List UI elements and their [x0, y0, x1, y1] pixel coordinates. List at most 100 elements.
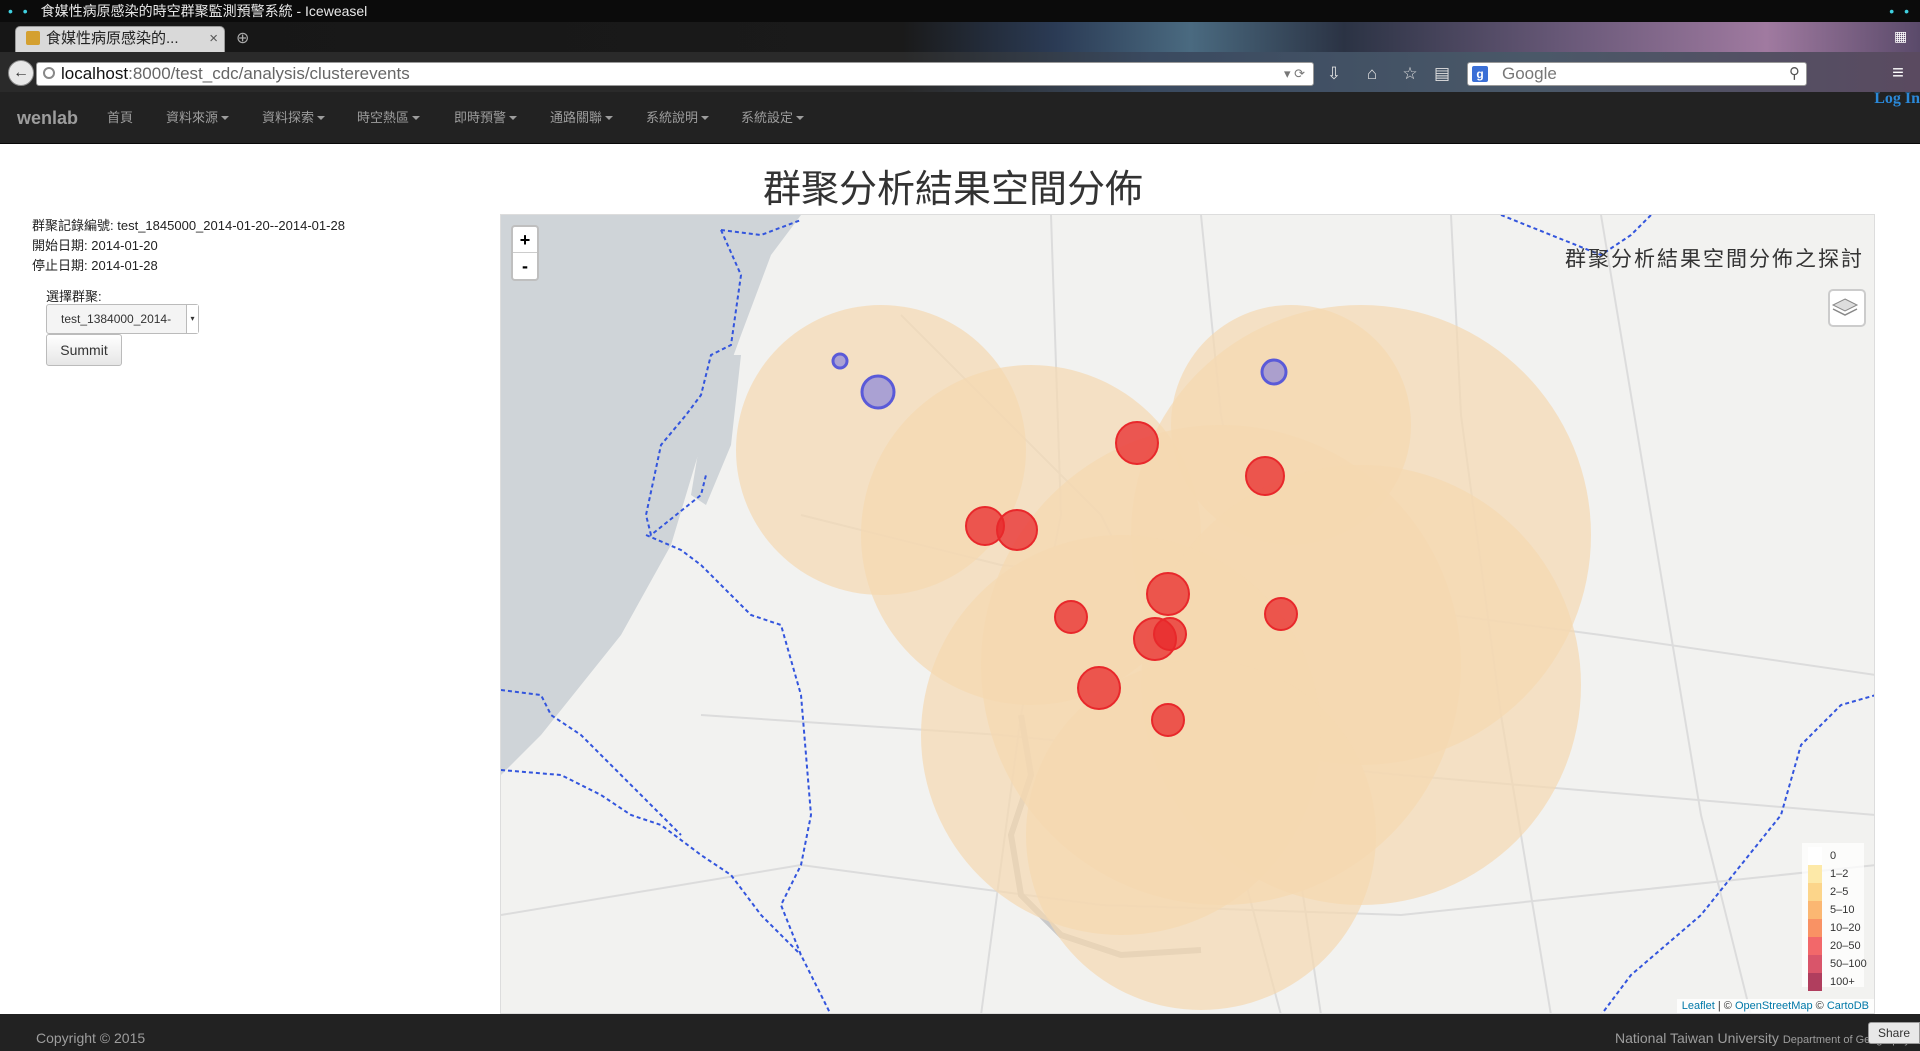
cartodb-link[interactable]: CartoDB	[1827, 1000, 1869, 1012]
nav-item-label: 首頁	[107, 110, 134, 125]
positive-cluster-marker[interactable]	[1153, 617, 1187, 651]
start-date-value: 2014-01-20	[91, 238, 158, 253]
nav-item-data-source[interactable]: 資料來源	[166, 92, 230, 144]
legend-swatch	[1808, 847, 1822, 865]
bookmark-star-icon[interactable]: ☆	[1400, 64, 1420, 84]
cluster-info: 群聚記錄編號: test_1845000_2014-01-20--2014-01…	[32, 216, 345, 276]
nav-item-label: 通路關聯	[550, 110, 603, 125]
legend-swatch	[1808, 973, 1822, 991]
org-name: National Taiwan University	[1614, 1030, 1779, 1046]
caret-down-icon	[796, 116, 805, 120]
negative-cluster-marker[interactable]	[860, 374, 896, 410]
copyright-text: Copyright © 2015	[36, 1030, 146, 1046]
window-titlebar: • • 食媒性病原感染的時空群聚監測預警系統 - Iceweasel • •	[0, 0, 1920, 22]
legend-swatch	[1808, 937, 1822, 955]
tab-close-icon[interactable]: ×	[209, 27, 218, 51]
map-canvas[interactable]	[501, 215, 1875, 1014]
url-host: localhost	[61, 64, 129, 83]
window-controls-icon[interactable]: • •	[1889, 0, 1912, 22]
browser-tab-active[interactable]: 食媒性病原感染的... ×	[15, 26, 225, 52]
start-date-row: 開始日期: 2014-01-20	[32, 236, 345, 256]
brand-link[interactable]: wenlab	[17, 92, 78, 144]
positive-cluster-marker[interactable]	[1115, 421, 1159, 465]
reload-icon[interactable]: ▾ ⟳	[1284, 63, 1305, 85]
caret-down-icon	[509, 116, 518, 120]
end-date-row: 停止日期: 2014-01-28	[32, 256, 345, 276]
nav-item-label: 系統說明	[646, 110, 699, 125]
login-link[interactable]: Log In	[1874, 92, 1920, 108]
search-bar[interactable]: g Google ⚲	[1467, 62, 1807, 86]
back-button[interactable]: ←	[8, 60, 34, 86]
legend-row: 20–50	[1808, 937, 1862, 955]
page-footer: Copyright © 2015 National Taiwan Univers…	[0, 1014, 1920, 1051]
legend-label: 50–100	[1830, 958, 1867, 970]
caret-down-icon	[221, 116, 230, 120]
window-title: 食媒性病原感染的時空群聚監測預警系統 - Iceweasel	[40, 3, 368, 19]
caret-down-icon	[701, 116, 710, 120]
positive-cluster-marker[interactable]	[1245, 456, 1285, 496]
nav-item-label: 時空熱區	[357, 110, 410, 125]
legend-row: 2–5	[1808, 883, 1862, 901]
osm-link[interactable]: OpenStreetMap	[1735, 1000, 1813, 1012]
positive-cluster-marker[interactable]	[1146, 572, 1190, 616]
nav-item-label: 系統設定	[741, 110, 794, 125]
cluster-map[interactable]: + - 群聚分析結果空間分佈之探討 0 1–2 2–5 5–10 10–20 2…	[500, 214, 1875, 1014]
bookmarks-menu-icon[interactable]: ▤	[1432, 64, 1452, 84]
legend-label: 5–10	[1830, 904, 1855, 916]
submit-button[interactable]: Summit	[46, 334, 122, 366]
zoom-in-button[interactable]: +	[513, 227, 537, 253]
legend-label: 100+	[1830, 976, 1855, 988]
zoom-control: + -	[511, 225, 539, 281]
legend-row: 50–100	[1808, 955, 1867, 973]
url-bar[interactable]: localhost:8000/test_cdc/analysis/cluster…	[36, 62, 1314, 86]
window-menu-icon[interactable]: • •	[8, 3, 31, 19]
legend-swatch	[1808, 865, 1822, 883]
legend-label: 2–5	[1830, 886, 1849, 898]
positive-cluster-marker[interactable]	[1264, 597, 1298, 631]
favicon-icon	[26, 31, 40, 45]
nav-item-label: 即時預警	[454, 110, 507, 125]
record-id-row: 群聚記錄編號: test_1845000_2014-01-20--2014-01…	[32, 216, 345, 236]
legend-swatch	[1808, 955, 1822, 973]
cluster-select[interactable]: test_1384000_2014- ▾	[46, 304, 199, 334]
nav-item-docs[interactable]: 系統說明	[646, 92, 710, 144]
end-date-value: 2014-01-28	[91, 258, 158, 273]
nav-item-settings[interactable]: 系統設定	[741, 92, 805, 144]
tab-groups-icon[interactable]: ▦	[1894, 28, 1912, 46]
download-icon[interactable]: ⇩	[1324, 64, 1344, 84]
layers-icon	[1831, 298, 1859, 316]
nav-item-channel[interactable]: 通路關聯	[550, 92, 614, 144]
select-arrow-icon[interactable]: ▾	[186, 305, 198, 333]
negative-cluster-marker[interactable]	[831, 352, 849, 370]
nav-item-home[interactable]: 首頁	[107, 92, 133, 144]
legend-label: 0	[1830, 850, 1837, 862]
positive-cluster-marker[interactable]	[1077, 666, 1121, 710]
legend-row: 0	[1808, 847, 1862, 865]
legend-row: 5–10	[1808, 901, 1862, 919]
site-identity-icon[interactable]	[43, 67, 55, 79]
legend-swatch	[1808, 883, 1822, 901]
share-button[interactable]: Share	[1868, 1022, 1920, 1044]
end-date-label: 停止日期:	[32, 258, 88, 273]
home-icon[interactable]: ⌂	[1362, 64, 1382, 84]
nav-item-alert[interactable]: 即時預警	[454, 92, 518, 144]
web-page: wenlab 首頁 資料來源 資料探索 時空熱區 即時預警 通路關聯 系統說明 …	[0, 92, 1920, 1051]
positive-cluster-marker[interactable]	[996, 509, 1038, 551]
new-tab-icon[interactable]: ⊕	[236, 28, 249, 48]
attribution-sep: | ©	[1714, 1000, 1735, 1012]
legend-label: 10–20	[1830, 922, 1861, 934]
record-id-label: 群聚記錄編號:	[32, 218, 114, 233]
caret-down-icon	[412, 116, 421, 120]
nav-item-data-explore[interactable]: 資料探索	[262, 92, 326, 144]
legend-label: 1–2	[1830, 868, 1849, 880]
negative-cluster-marker[interactable]	[1260, 358, 1288, 386]
layers-control-button[interactable]	[1828, 289, 1866, 327]
search-engine-icon[interactable]: g	[1472, 66, 1488, 82]
leaflet-link[interactable]: Leaflet	[1682, 1000, 1715, 1012]
search-icon[interactable]: ⚲	[1789, 63, 1800, 85]
positive-cluster-marker[interactable]	[1151, 703, 1185, 737]
zoom-out-button[interactable]: -	[513, 253, 537, 279]
positive-cluster-marker[interactable]	[1054, 600, 1088, 634]
hamburger-menu-icon[interactable]: ≡	[1886, 62, 1910, 84]
nav-item-hotspot[interactable]: 時空熱區	[357, 92, 421, 144]
